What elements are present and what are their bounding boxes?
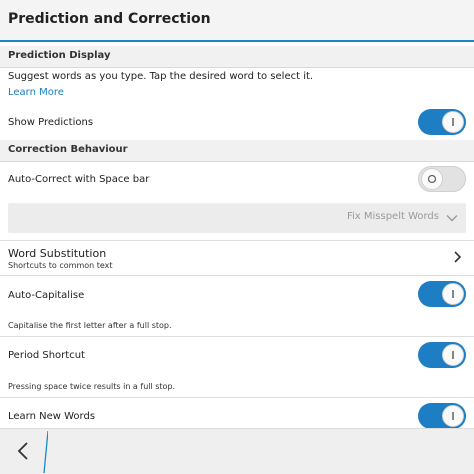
toggle-knob [442, 344, 464, 366]
auto-capitalise-toggle[interactable] [418, 281, 466, 307]
learn-more-link[interactable]: Learn More [8, 87, 64, 98]
dropdown-selected-value: Fix Misspelt Words [346, 211, 439, 222]
toggle-knob [421, 168, 443, 190]
back-arrow-icon [17, 442, 28, 460]
bottom-action-bar [0, 428, 474, 474]
divider [0, 240, 474, 241]
auto-capitalise-label: Auto-Capitalise [8, 290, 85, 301]
section-header-prediction-display: Prediction Display [0, 46, 474, 68]
divider [0, 397, 474, 398]
auto-correct-label: Auto-Correct with Space bar [8, 174, 150, 185]
title-bar: Prediction and Correction [0, 0, 474, 42]
toggle-off-icon [427, 174, 437, 184]
divider [0, 275, 474, 276]
period-shortcut-description: Pressing space twice results in a full s… [8, 382, 176, 391]
chevron-right-icon[interactable] [452, 250, 462, 264]
period-shortcut-label: Period Shortcut [8, 350, 85, 361]
chevron-down-icon [446, 215, 458, 222]
correction-mode-dropdown[interactable]: Fix Misspelt Words [8, 203, 466, 233]
section-title: Correction Behaviour [8, 144, 128, 155]
auto-correct-toggle[interactable] [418, 166, 466, 192]
back-button[interactable] [0, 429, 48, 474]
toggle-on-icon [452, 118, 454, 126]
toggle-knob [442, 405, 464, 427]
toggle-on-icon [452, 412, 454, 420]
toggle-on-icon [452, 351, 454, 359]
word-substitution-subtitle: Shortcuts to common text [8, 261, 113, 270]
show-predictions-toggle[interactable] [418, 109, 466, 135]
word-substitution-title[interactable]: Word Substitution [8, 247, 106, 260]
learn-new-words-label: Learn New Words [8, 411, 96, 422]
toggle-knob [442, 283, 464, 305]
period-shortcut-toggle[interactable] [418, 342, 466, 368]
toggle-knob [442, 111, 464, 133]
page-title: Prediction and Correction [8, 11, 211, 27]
section-header-correction-behaviour: Correction Behaviour [0, 140, 474, 162]
prediction-description: Suggest words as you type. Tap the desir… [8, 71, 314, 82]
section-title: Prediction Display [8, 50, 111, 61]
back-button-divider [43, 430, 48, 474]
divider [0, 336, 474, 337]
auto-capitalise-description: Capitalise the first letter after a full… [8, 321, 172, 330]
show-predictions-label: Show Predictions [8, 117, 94, 128]
toggle-on-icon [452, 290, 454, 298]
learn-new-words-toggle[interactable] [418, 403, 466, 429]
settings-screen: Prediction and Correction Prediction Dis… [0, 0, 474, 474]
